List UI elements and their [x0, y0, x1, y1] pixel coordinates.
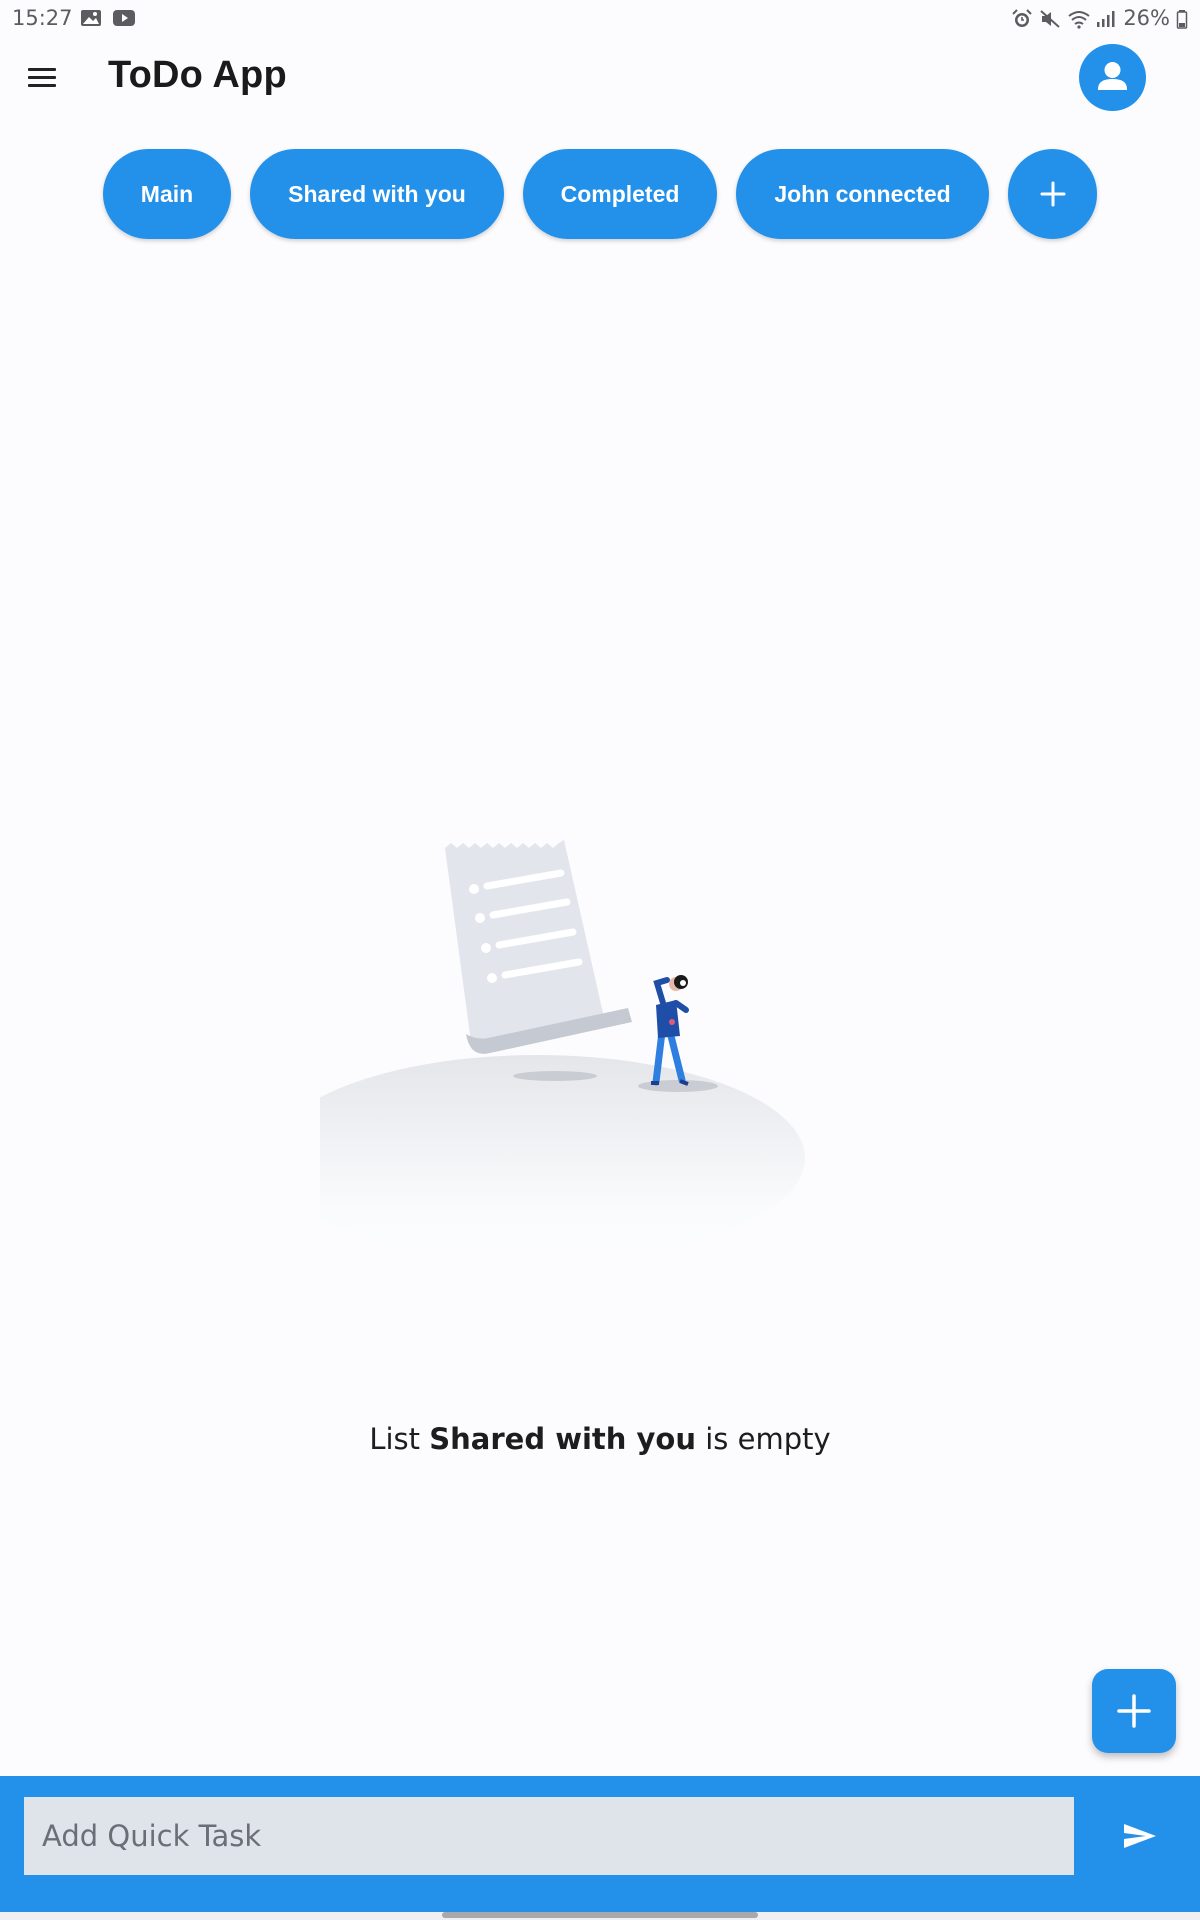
home-gesture-handle[interactable]	[442, 1912, 758, 1918]
plus-icon	[1040, 181, 1065, 207]
app-bar: ToDo App	[0, 38, 1200, 118]
chip-label: Shared with you	[288, 180, 466, 207]
empty-message-list-name: Shared with you	[429, 1422, 697, 1456]
menu-button[interactable]	[22, 60, 62, 96]
chip-label: John connected	[774, 180, 951, 207]
mute-icon	[1039, 9, 1061, 28]
status-left-icons	[80, 8, 135, 26]
empty-message-suffix: is empty	[705, 1422, 831, 1456]
send-icon	[1124, 1824, 1156, 1848]
quick-task-input[interactable]	[24, 1797, 1074, 1875]
chip-john-connected[interactable]: John connected	[736, 149, 989, 239]
status-time: 15:27	[12, 6, 73, 30]
quick-task-bar	[0, 1776, 1200, 1912]
image-icon	[80, 8, 102, 26]
add-list-button[interactable]	[1008, 149, 1097, 239]
battery-icon	[1176, 9, 1188, 29]
person-figure	[651, 975, 689, 1086]
app-title: ToDo App	[108, 54, 287, 96]
status-right-icons: 26%	[1011, 6, 1188, 30]
alarm-icon	[1011, 9, 1033, 27]
chip-main[interactable]: Main	[103, 149, 231, 239]
chip-label: Main	[140, 180, 194, 207]
person-icon	[1098, 62, 1127, 90]
list-chips: Main Shared with you Completed John conn…	[0, 149, 1200, 239]
menu-icon	[28, 68, 56, 71]
person-shadow	[638, 1080, 718, 1092]
chip-shared-with-you[interactable]: Shared with you	[250, 149, 504, 239]
signal-icon	[1095, 9, 1117, 27]
empty-message-prefix: List	[369, 1422, 421, 1456]
ground-ellipse	[269, 1055, 805, 1261]
empty-list-message: List Shared with you is empty	[0, 1422, 1200, 1456]
navigation-bar	[0, 1912, 1200, 1920]
chip-completed[interactable]: Completed	[523, 149, 717, 239]
account-button[interactable]	[1079, 44, 1146, 111]
receipt-shadow	[513, 1071, 597, 1081]
youtube-icon	[112, 8, 135, 26]
battery-text: 26%	[1123, 6, 1170, 30]
receipt-icon	[445, 840, 632, 1054]
empty-state-illustration	[269, 800, 880, 1280]
chip-label: Completed	[560, 180, 680, 207]
wifi-icon	[1067, 9, 1090, 29]
status-bar: 15:27 26%	[0, 0, 1200, 38]
send-button[interactable]	[1110, 1806, 1170, 1866]
add-task-fab[interactable]	[1092, 1669, 1176, 1753]
plus-icon	[1117, 1694, 1151, 1728]
